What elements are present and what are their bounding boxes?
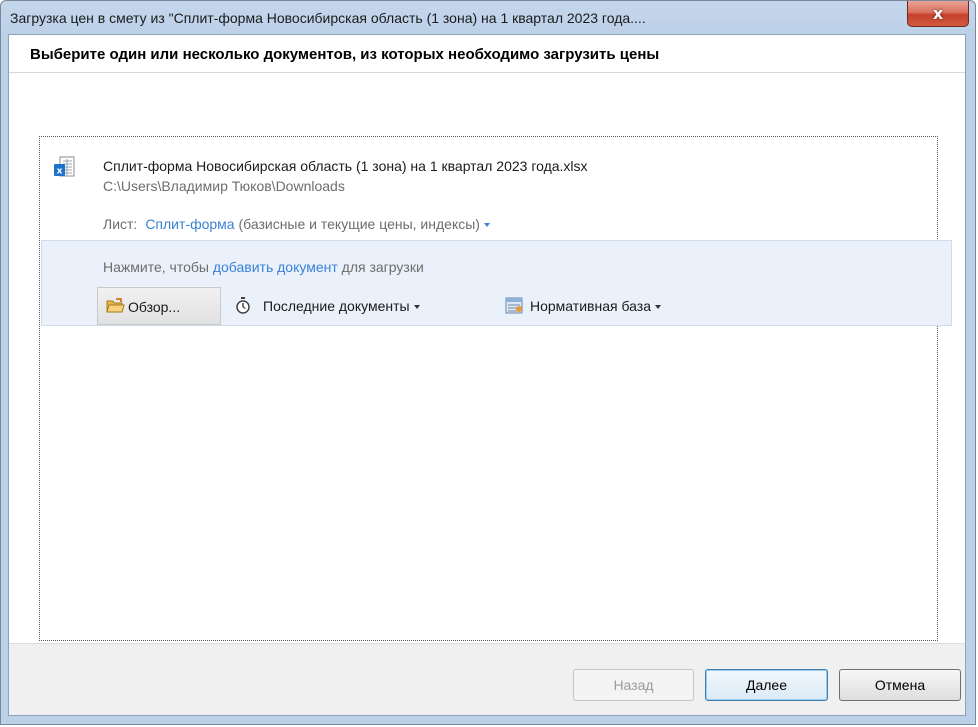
cancel-button[interactable]: Отмена [839,669,961,701]
add-document-hint: Нажмите, чтобы добавить документ для заг… [103,259,424,275]
normative-base-text: Нормативная база [530,298,651,314]
folder-open-icon [106,298,125,313]
chevron-down-icon [654,305,661,310]
sheet-dropdown-arrow-icon[interactable] [483,223,490,228]
add-document-link[interactable]: добавить документ [213,259,338,275]
excel-file-icon: x [54,156,75,177]
close-button[interactable]: x [907,1,969,27]
documents-panel [39,136,938,641]
database-book-icon [505,297,523,314]
chevron-down-icon [413,305,420,310]
sheet-description: (базисные и текущие цены, индексы) [234,216,480,232]
recent-documents-text: Последние документы [263,298,410,314]
normative-base-label: Нормативная база [530,298,661,314]
sheet-label: Лист: [103,216,138,232]
document-path: C:\Users\Владимир Тюков\Downloads [103,178,345,194]
window-title: Загрузка цен в смету из "Сплит-форма Нов… [10,10,646,26]
svg-text:x: x [57,167,63,177]
heading-separator [9,72,965,73]
close-icon: x [932,4,944,23]
stopwatch-icon [236,297,250,314]
back-button: Назад [573,669,694,701]
document-name: Сплит-форма Новосибирская область (1 зон… [103,158,588,174]
browse-label: Обзор... [128,299,181,315]
normative-base-button[interactable]: Нормативная база [505,287,705,325]
add-hint-prefix: Нажмите, чтобы [103,259,213,275]
recent-documents-label: Последние документы [263,298,420,314]
sheet-selector-link[interactable]: Сплит-форма [145,216,234,232]
next-button[interactable]: Далее [705,669,828,701]
recent-documents-button[interactable]: Последние документы [231,287,501,325]
add-hint-suffix: для загрузки [337,259,424,275]
page-heading: Выберите один или несколько документов, … [30,46,660,63]
sheet-row: Лист: Сплит-форма (базисные и текущие цен… [103,216,490,232]
title-bar[interactable]: Загрузка цен в смету из "Сплит-форма Нов… [1,1,975,35]
browse-button[interactable]: Обзор... [97,287,221,325]
